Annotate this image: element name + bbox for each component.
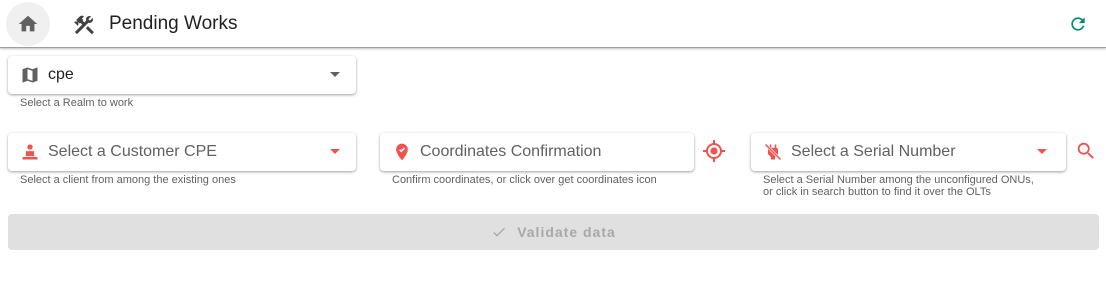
serial-number-select[interactable]: Select a Serial Number <box>751 133 1066 171</box>
location-pin-icon <box>392 142 412 162</box>
refresh-icon <box>1071 17 1085 31</box>
map-icon <box>20 65 40 85</box>
customer-cpe-placeholder: Select a Customer CPE <box>48 143 217 160</box>
realm-value: cpe <box>48 66 74 83</box>
page-title: Pending Works <box>109 13 238 34</box>
person-pin-icon <box>20 142 40 162</box>
chevron-down-icon <box>330 72 340 77</box>
coordinates-hint: Confirm coordinates, or click over get c… <box>392 174 657 186</box>
serial-hint-line2: or click in search button to find it ove… <box>763 186 991 198</box>
serial-number-placeholder: Select a Serial Number <box>791 143 956 160</box>
app-header: Pending Works <box>0 0 1106 48</box>
coordinates-field[interactable]: Coordinates Confirmation <box>380 133 694 171</box>
search-icon <box>1077 142 1094 159</box>
refresh-button[interactable] <box>1066 12 1090 36</box>
search-serial-button[interactable] <box>1075 140 1097 162</box>
realm-select[interactable]: cpe <box>8 56 356 94</box>
chevron-down-icon <box>330 149 340 154</box>
home-icon <box>18 15 38 32</box>
coordinates-placeholder: Coordinates Confirmation <box>420 143 602 160</box>
gps-fixed-icon <box>703 140 725 162</box>
get-coordinates-button[interactable] <box>702 139 726 163</box>
customer-hint: Select a client from among the existing … <box>20 174 236 186</box>
check-icon <box>493 227 506 237</box>
home-button[interactable] <box>6 2 50 46</box>
chevron-down-icon <box>1037 149 1047 154</box>
validate-data-label: Validate data <box>517 224 616 240</box>
serial-hint-line1: Select a Serial Number among the unconfi… <box>763 174 1034 186</box>
customer-cpe-select[interactable]: Select a Customer CPE <box>8 133 356 171</box>
tools-icon <box>74 15 94 35</box>
power-off-icon <box>763 142 783 162</box>
realm-hint: Select a Realm to work <box>20 97 134 109</box>
validate-data-button[interactable]: Validate data <box>8 214 1099 250</box>
